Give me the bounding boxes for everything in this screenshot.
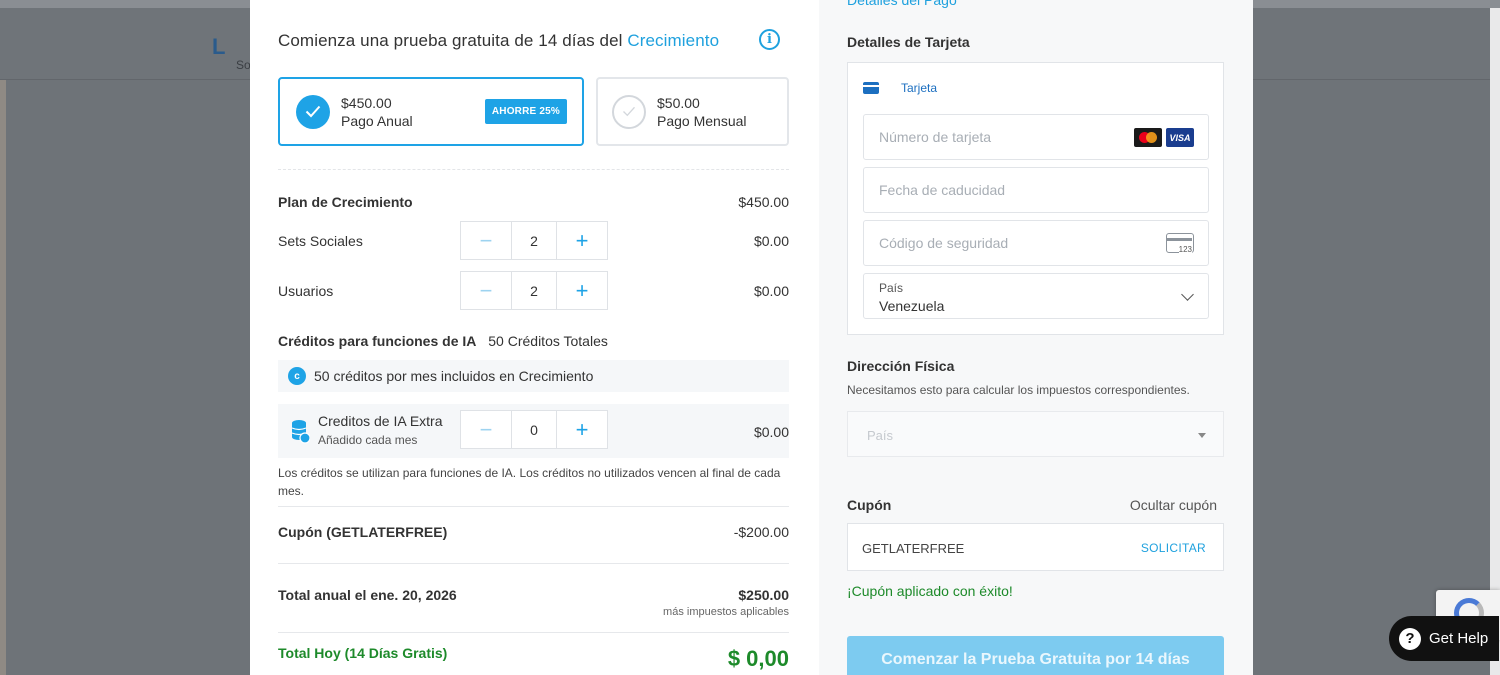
coupon-title: Cupón	[847, 497, 892, 513]
security-code-placeholder: Código de seguridad	[879, 235, 1009, 251]
ai-credits-heading: Créditos para funciones de IA 50 Crédito…	[278, 333, 608, 349]
country-label: País	[879, 281, 904, 295]
card-tab[interactable]: Tarjeta	[863, 81, 937, 95]
extra-credits-subtitle: Añadido cada mes	[318, 433, 418, 447]
divider	[278, 563, 789, 564]
social-sets-label: Sets Sociales	[278, 233, 363, 249]
coupon-line-label: Cupón (GETLATERFREE)	[278, 524, 448, 540]
cvc-icon-text: 123	[1178, 245, 1192, 254]
credit-icon: c	[288, 367, 306, 385]
payment-details-link[interactable]: Detalles del Pago	[847, 0, 957, 8]
order-summary: Comienza una prueba gratuita de 14 días …	[250, 0, 819, 675]
card-details-box: Tarjeta Número de tarjeta VISA Fecha de …	[847, 62, 1224, 335]
trial-title: Comienza una prueba gratuita de 14 días …	[278, 31, 719, 51]
backdrop-strip	[0, 80, 6, 675]
unchecked-icon	[612, 94, 646, 129]
included-credits-box: c 50 créditos por mes incluidos en Creci…	[278, 360, 789, 392]
country-select[interactable]: País Venezuela	[863, 273, 1209, 319]
extra-credits-decrement-button[interactable]: −	[461, 411, 511, 448]
plan-line-label: Plan de Crecimiento	[278, 194, 413, 210]
social-sets-increment-button[interactable]: +	[557, 222, 607, 259]
extra-credits-value[interactable]: 0	[511, 411, 557, 448]
plan-option-annual[interactable]: $450.00 Pago Anual AHORRE 25%	[278, 77, 584, 146]
social-sets-stepper: − 2 +	[460, 221, 608, 260]
users-increment-button[interactable]: +	[557, 272, 607, 309]
visa-icon: VISA	[1166, 128, 1194, 147]
plan-annual-price: $450.00	[341, 94, 392, 111]
payment-panel: Detalles del Pago Detalles de Tarjeta Ta…	[819, 0, 1253, 675]
plan-monthly-label: Pago Mensual	[657, 112, 747, 129]
today-total-price: $ 0,00	[727, 646, 789, 671]
coupon-code-value: GETLATERFREE	[862, 541, 965, 556]
security-code-field[interactable]: Código de seguridad 123	[863, 220, 1209, 266]
extra-credits-increment-button[interactable]: +	[557, 411, 607, 448]
annual-total-label: Total anual el ene. 20, 2026	[278, 587, 457, 603]
apply-coupon-button[interactable]: SOLICITAR	[1141, 541, 1206, 555]
plan-annual-label: Pago Anual	[341, 112, 413, 129]
plan-line-price: $450.00	[738, 194, 789, 210]
get-help-label: Get Help	[1429, 630, 1489, 647]
social-sets-decrement-button[interactable]: −	[461, 222, 511, 259]
expiry-date-field[interactable]: Fecha de caducidad	[863, 167, 1209, 213]
coupon-input[interactable]: GETLATERFREE SOLICITAR	[847, 523, 1224, 571]
social-sets-value[interactable]: 2	[511, 222, 557, 259]
start-trial-button[interactable]: Comenzar la Prueba Gratuita por 14 días	[847, 636, 1224, 675]
caret-down-icon	[1198, 433, 1206, 438]
card-details-title: Detalles de Tarjeta	[847, 34, 970, 50]
plan-monthly-price: $50.00	[657, 94, 700, 111]
address-title: Dirección Física	[847, 358, 955, 374]
users-value[interactable]: 2	[511, 272, 557, 309]
check-icon	[296, 94, 330, 129]
users-price: $0.00	[753, 283, 789, 299]
backdrop-scrollbar[interactable]	[1490, 8, 1500, 675]
card-number-placeholder: Número de tarjeta	[879, 129, 992, 145]
ai-credits-total: 50 Créditos Totales	[488, 333, 608, 349]
hide-coupon-link[interactable]: Ocultar cupón	[1130, 497, 1217, 513]
card-number-field[interactable]: Número de tarjeta VISA	[863, 114, 1209, 160]
divider	[278, 632, 789, 633]
mastercard-icon	[1134, 128, 1162, 147]
users-stepper: − 2 +	[460, 271, 608, 310]
address-subtitle: Necesitamos esto para calcular los impue…	[847, 383, 1190, 397]
today-total-label: Total Hoy (14 Días Gratis)	[278, 645, 448, 661]
plan-option-monthly[interactable]: $50.00 Pago Mensual	[596, 77, 789, 146]
checkout-modal: Comienza una prueba gratuita de 14 días …	[250, 0, 1253, 675]
help-icon: ?	[1399, 627, 1421, 650]
plan-option-monthly-text: $50.00 Pago Mensual	[657, 94, 747, 130]
coupon-success-message: ¡Cupón aplicado con éxito!	[847, 583, 1013, 599]
extra-credits-price: $0.00	[753, 424, 789, 440]
coupon-line-price: -$200.00	[733, 524, 789, 540]
trial-plan-name: Crecimiento	[627, 31, 720, 50]
divider	[278, 169, 789, 170]
get-help-button[interactable]: ? Get Help	[1389, 616, 1499, 661]
info-icon[interactable]: i	[759, 29, 780, 50]
extra-credits-title: Creditos de IA Extra	[318, 413, 443, 429]
chevron-down-icon	[1181, 288, 1194, 301]
cvc-card-icon: 123	[1166, 233, 1194, 254]
backdrop-logo: L	[212, 34, 226, 59]
backdrop-logo-sub: So	[236, 58, 251, 72]
taxes-note: más impuestos aplicables	[663, 606, 789, 618]
credits-note: Los créditos se utilizan para funciones …	[278, 466, 781, 498]
savings-badge: AHORRE 25%	[484, 99, 567, 124]
country-value: Venezuela	[879, 298, 945, 314]
address-country-select[interactable]: País	[847, 411, 1224, 457]
address-country-placeholder: País	[867, 428, 894, 443]
users-decrement-button[interactable]: −	[461, 272, 511, 309]
users-label: Usuarios	[278, 283, 334, 299]
included-credits-text: 50 créditos por mes incluidos en Crecimi…	[314, 368, 594, 384]
coins-icon	[291, 420, 310, 444]
annual-total-price: $250.00	[738, 587, 789, 603]
card-tab-label: Tarjeta	[901, 81, 938, 95]
divider	[278, 506, 789, 507]
social-sets-price: $0.00	[753, 233, 789, 249]
trial-title-text: Comienza una prueba gratuita de 14 días …	[278, 31, 628, 50]
extra-credits-stepper: − 0 +	[460, 410, 608, 449]
plan-option-annual-text: $450.00 Pago Anual	[341, 94, 413, 130]
credit-card-icon	[863, 82, 879, 94]
expiry-placeholder: Fecha de caducidad	[879, 182, 1006, 198]
ai-credits-label: Créditos para funciones de IA	[278, 333, 477, 349]
